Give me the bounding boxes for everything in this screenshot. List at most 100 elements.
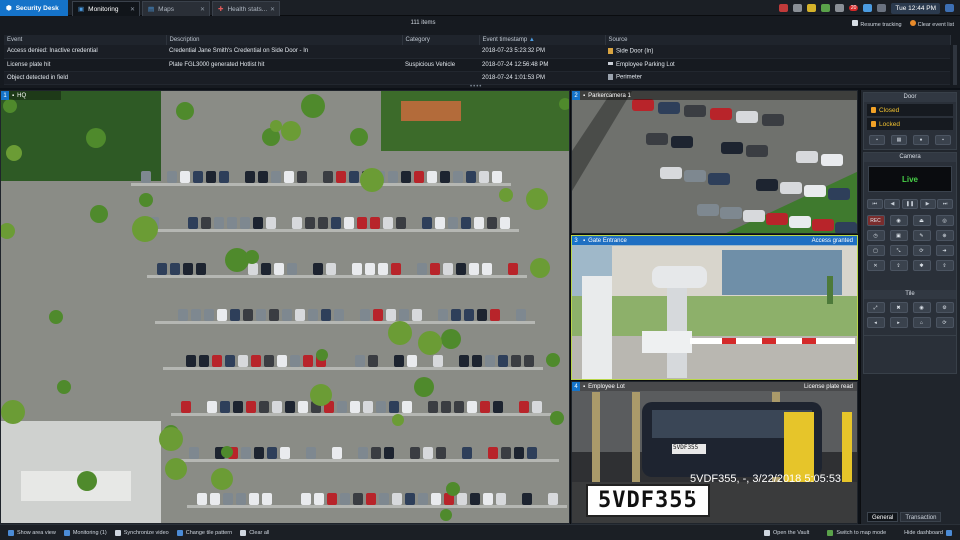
app-title: Security Desk	[15, 4, 59, 12]
monitoring-label: Monitoring (1)	[72, 529, 107, 536]
tile-3-gate-entrance[interactable]: 3 ▪ Gate Entrance Access granted	[571, 235, 858, 380]
door-override-button[interactable]: ▪	[935, 135, 951, 145]
app-menu-icon[interactable]	[945, 4, 954, 12]
column-header-event[interactable]: Event	[4, 35, 167, 45]
camera-widget-title: Camera	[864, 153, 956, 162]
clock[interactable]: Tue 12:44 PM	[891, 2, 940, 14]
tab-monitoring[interactable]: ▣ Monitoring ✕	[72, 1, 140, 16]
home-icon[interactable]: ⌂	[912, 317, 931, 328]
cell-description	[166, 71, 402, 85]
tile-4-employee-lot[interactable]: 4 ▪ Employee Lot License plate read 5VDF…	[571, 381, 858, 524]
door-settings-button[interactable]: ▦	[891, 135, 907, 145]
column-header-timestamp[interactable]: Event timestamp ▲	[479, 35, 606, 45]
fast-forward-icon[interactable]: ⏭	[937, 199, 954, 209]
tab-label: Health stats...	[227, 5, 268, 13]
camera-icon: ▪	[583, 237, 586, 244]
table-row[interactable]: Object detected in field 2018-07-24 1:01…	[4, 71, 950, 85]
tile-label: Gate Entrance	[588, 237, 627, 244]
focus-icon[interactable]: ✕	[866, 260, 885, 271]
monitor-icon[interactable]	[877, 4, 887, 12]
user-icon[interactable]	[863, 4, 873, 12]
health-icon: ✚	[218, 6, 224, 13]
digital-zoom-icon[interactable]: ⤡	[889, 245, 908, 256]
show-area-view-button[interactable]: Show area view	[8, 529, 56, 536]
app-tab[interactable]: ⬢ Security Desk	[0, 0, 68, 16]
close-icon[interactable]: ✕	[270, 6, 275, 13]
step-forward-icon[interactable]: ▶	[919, 199, 936, 209]
column-header-source[interactable]: Source	[605, 35, 951, 45]
plate-read-text: 5VDF355, -, 3/22/2018 5:05:53 PM	[690, 473, 842, 497]
tile-refresh-icon[interactable]: ⟳	[935, 317, 954, 328]
step-back-icon[interactable]: ◀	[884, 199, 901, 209]
cell-source: Side Door (In)	[605, 45, 950, 59]
sync-label: Synchronize video	[123, 529, 169, 536]
next-tile-icon[interactable]: ▸	[889, 317, 908, 328]
tab-transaction[interactable]: Transaction	[900, 512, 942, 522]
cell-timestamp: 2018-07-23 5:23:32 PM	[479, 45, 605, 59]
event-scrollbar[interactable]	[953, 45, 957, 85]
expand-tile-icon[interactable]: ⤢	[866, 302, 885, 313]
camera-icon: ▪	[583, 383, 586, 390]
open-vault-button[interactable]: Open the Vault	[764, 529, 809, 536]
tile-number: 3	[572, 236, 580, 245]
tile-label: Parkercamera 1	[588, 92, 631, 99]
speaker-icon[interactable]	[834, 4, 844, 12]
tile-eye-icon[interactable]: ◉	[912, 302, 931, 313]
monitoring-button[interactable]: Monitoring (1)	[63, 529, 107, 536]
tile-1-hq[interactable]: 1 ▪ HQ	[0, 90, 570, 524]
door-widget-title: Door	[864, 93, 956, 102]
tab-general[interactable]: General	[867, 512, 899, 522]
table-row[interactable]: Access denied: Inactive credential Crede…	[4, 45, 950, 59]
door-shunt-button[interactable]: ●	[913, 135, 929, 145]
change-tile-pattern-button[interactable]: Change tile pattern	[176, 529, 232, 536]
door-icon	[608, 47, 613, 54]
clear-all-button[interactable]: Clear all	[240, 529, 270, 536]
share-icon[interactable]: ⟳	[912, 245, 931, 256]
health-status-icon[interactable]	[820, 4, 830, 12]
unlock-button[interactable]: ▪	[869, 135, 885, 145]
dashboard-tabs: General Transaction	[867, 512, 942, 522]
tab-health-stats[interactable]: ✚ Health stats... ✕	[212, 1, 280, 16]
event-table: Event Description Category Event timesta…	[4, 35, 951, 85]
upload-icon[interactable]: ⇧	[935, 260, 954, 271]
forward-icon[interactable]: ➜	[935, 245, 954, 256]
resume-tracking-button[interactable]: Resume tracking	[852, 20, 902, 28]
access-status: Access granted	[811, 237, 853, 244]
clear-event-list-button[interactable]: Clear event list	[909, 20, 954, 28]
tab-maps[interactable]: ▤ Maps ✕	[142, 1, 210, 16]
camera-settings-icon[interactable]: ✱	[912, 260, 931, 271]
tab-label: Maps	[158, 5, 175, 13]
network-icon[interactable]	[792, 4, 802, 12]
column-header-description[interactable]: Description	[166, 35, 403, 45]
rewind-icon[interactable]: ⏮	[866, 199, 883, 209]
clear-all-label: Clear all	[249, 529, 270, 536]
ptz-icon[interactable]: ✎	[912, 230, 931, 241]
eject-icon[interactable]: ⏏	[912, 215, 931, 226]
close-icon[interactable]: ✕	[200, 6, 205, 13]
tile-2-parkercamera[interactable]: 2 ▪ Parkercamera 1	[571, 90, 858, 234]
cell-category	[402, 71, 479, 85]
table-row[interactable]: License plate hit Plate FGL3000 generate…	[4, 58, 950, 72]
clock-icon[interactable]: ◷	[866, 230, 885, 241]
prev-tile-icon[interactable]: ◂	[866, 317, 885, 328]
area-view-icon	[8, 529, 14, 536]
fullscreen-icon[interactable]: ▢	[866, 245, 885, 256]
cell-category	[402, 45, 479, 59]
pause-icon[interactable]: ❚❚	[901, 199, 918, 209]
snapshot-button[interactable]: ◉	[889, 215, 908, 226]
record-button[interactable]: REC	[866, 215, 885, 226]
clear-tile-icon[interactable]: ✖	[889, 302, 908, 313]
alarm-icon[interactable]	[778, 4, 788, 12]
zoom-icon[interactable]: ⊕	[935, 230, 954, 241]
notification-icon[interactable]	[806, 4, 816, 12]
switch-map-mode-button[interactable]: Switch to map mode	[827, 529, 886, 536]
lock-icon	[871, 121, 876, 127]
eye-icon[interactable]: ◎	[935, 215, 954, 226]
bookmark-icon[interactable]: ▣	[889, 230, 908, 241]
synchronize-video-button[interactable]: Synchronize video	[114, 529, 169, 536]
export-icon[interactable]: ⇪	[889, 260, 908, 271]
hide-dashboard-button[interactable]: Hide dashboard	[904, 529, 952, 536]
column-header-category[interactable]: Category	[402, 35, 480, 45]
tile-settings-icon[interactable]: ⚙	[935, 302, 954, 313]
close-icon[interactable]: ✕	[130, 6, 135, 13]
